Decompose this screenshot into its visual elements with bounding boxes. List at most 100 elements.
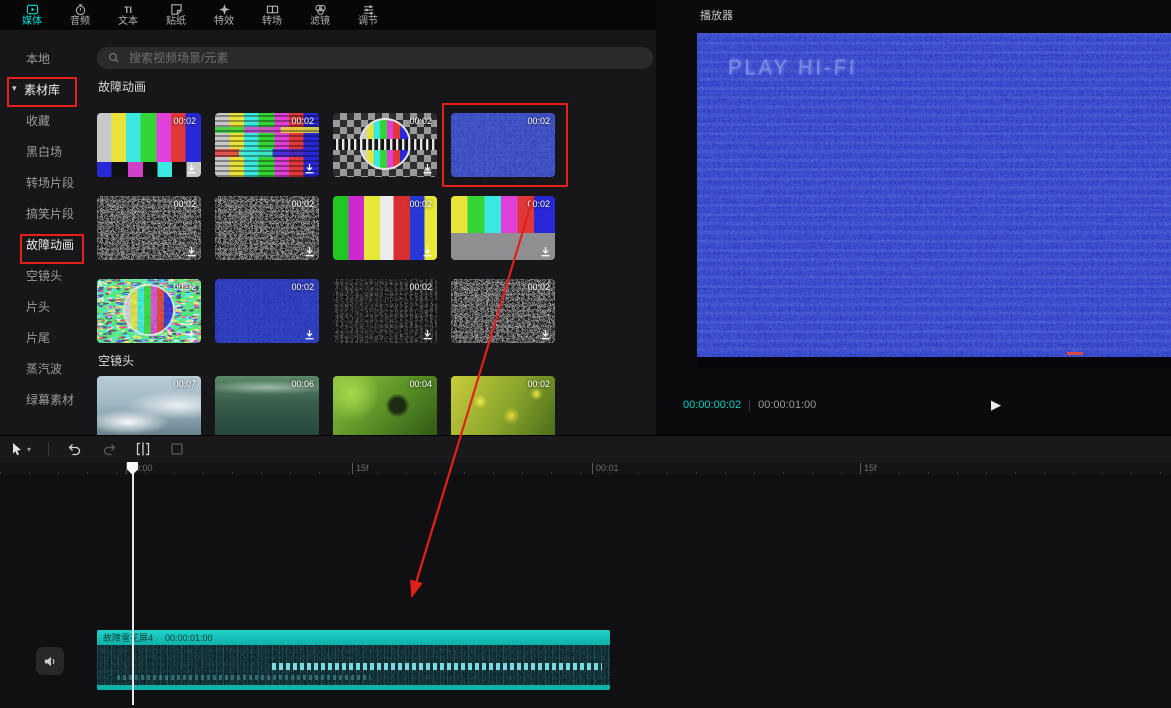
select-tool-button[interactable]: ▾	[8, 441, 31, 458]
crop-button[interactable]	[168, 441, 185, 458]
tab-audio[interactable]: 音频	[56, 0, 104, 30]
download-icon[interactable]	[422, 163, 433, 174]
sticker-icon	[170, 3, 183, 16]
playhead-line[interactable]	[132, 462, 134, 705]
download-icon[interactable]	[186, 329, 197, 340]
video-preview[interactable]: PLAY HI-FI	[697, 33, 1171, 368]
download-icon[interactable]	[186, 246, 197, 257]
tab-adjust[interactable]: 调节	[344, 0, 392, 30]
player-controls: 00:00:00:02 00:00:01:00 ▶	[656, 392, 1171, 418]
sidebar-item-local[interactable]: 本地	[0, 43, 88, 74]
transition-icon	[266, 3, 279, 16]
sidebar-item-empty-shots[interactable]: 空镜头	[0, 260, 88, 291]
video-thumbnail-water[interactable]: 00:06	[215, 376, 319, 435]
sidebar-item-intro[interactable]: 片头	[0, 291, 88, 322]
download-icon[interactable]	[422, 246, 433, 257]
video-thumbnail-noise[interactable]: 00:02	[97, 196, 201, 260]
sidebar-item-outro[interactable]: 片尾	[0, 322, 88, 353]
section-title-glitch: 故障动画	[98, 78, 146, 95]
audio-icon	[74, 3, 87, 16]
text-icon: TI	[124, 4, 132, 16]
download-icon[interactable]	[304, 329, 315, 340]
timeline-clip[interactable]: 故障雪花屏4 00:00:01:00	[97, 630, 610, 690]
search-bar[interactable]	[97, 47, 653, 69]
play-button[interactable]: ▶	[984, 392, 1008, 418]
download-icon[interactable]	[540, 329, 551, 340]
clip-header: 故障雪花屏4 00:00:01:00	[97, 630, 610, 645]
sidebar-item-label: 素材库	[24, 81, 60, 98]
sidebar-item-funny-clips[interactable]: 搞笑片段	[0, 198, 88, 229]
thumbnail-duration: 00:02	[291, 116, 314, 126]
tab-effects[interactable]: 特效	[200, 0, 248, 30]
cursor-icon	[8, 441, 25, 458]
sidebar-item-label: 黑白场	[26, 143, 62, 160]
download-icon[interactable]	[540, 246, 551, 257]
video-thumbnail-dark-noise[interactable]: 00:02	[333, 279, 437, 343]
speaker-icon	[43, 654, 58, 669]
filter-icon	[314, 3, 327, 16]
thumbnail-duration: 00:02	[291, 282, 314, 292]
sidebar-item-label: 蒸汽波	[26, 360, 62, 377]
download-icon[interactable]	[304, 246, 315, 257]
video-thumbnail-glitched-bars[interactable]: 00:02	[215, 113, 319, 177]
download-icon[interactable]	[304, 163, 315, 174]
section-title-empty-shots: 空镜头	[98, 352, 134, 369]
sidebar-item-label: 收藏	[26, 112, 50, 129]
tab-transitions[interactable]: 转场	[248, 0, 296, 30]
video-editor-window: 媒体 音频 TI 文本 贴纸 特效 转场	[0, 0, 1171, 708]
redo-button[interactable]	[100, 441, 117, 458]
tab-media[interactable]: 媒体	[8, 0, 56, 30]
video-thumbnail-vertical-bars[interactable]: 00:02	[333, 196, 437, 260]
clip-waveform	[97, 645, 610, 690]
sidebar-item-glitch-animation[interactable]: 故障动画	[0, 229, 88, 260]
total-duration: 00:00:01:00	[758, 399, 816, 411]
player-title: 播放器	[700, 7, 733, 23]
sidebar-item-label: 搞笑片段	[26, 205, 74, 222]
download-icon[interactable]	[422, 329, 433, 340]
video-scanlines	[697, 33, 1171, 368]
tab-filters[interactable]: 滤镜	[296, 0, 344, 30]
video-thumbnail-testcard[interactable]: 00:02	[333, 113, 437, 177]
video-thumbnail-sky[interactable]: 00:07	[97, 376, 201, 435]
tab-stickers[interactable]: 贴纸	[152, 0, 200, 30]
sidebar-item-material-library[interactable]: ▾素材库	[0, 74, 88, 105]
video-thumbnail-testcard-mosaic[interactable]: 00:02	[97, 279, 201, 343]
caret-down-icon: ▾	[27, 445, 31, 454]
tab-label: 滤镜	[310, 17, 330, 27]
video-thumbnail-bokeh[interactable]: 00:04	[333, 376, 437, 435]
timeline-ruler[interactable]: 00:00 15f 00:01 15f	[0, 462, 1171, 475]
tab-label: 文本	[118, 17, 138, 27]
tab-label: 调节	[358, 17, 378, 27]
search-input[interactable]	[127, 50, 642, 66]
video-thumbnail-flowers[interactable]: 00:02	[451, 376, 555, 435]
mute-track-button[interactable]	[36, 647, 64, 675]
thumbnail-duration: 00:02	[409, 116, 432, 126]
tab-text[interactable]: TI 文本	[104, 0, 152, 30]
split-button[interactable]	[134, 441, 151, 458]
sidebar-item-transition-clips[interactable]: 转场片段	[0, 167, 88, 198]
sidebar-item-label: 故障动画	[26, 236, 74, 253]
sidebar-item-bw-field[interactable]: 黑白场	[0, 136, 88, 167]
thumbnail-duration: 00:02	[527, 282, 550, 292]
download-icon[interactable]	[186, 163, 197, 174]
thumbnail-duration: 00:02	[173, 199, 196, 209]
play-icon: ▶	[991, 397, 1001, 413]
thumbnail-duration: 00:02	[173, 116, 196, 126]
ruler-label: 00:01	[592, 463, 619, 474]
clip-duration: 00:00:01:00	[165, 633, 213, 643]
sidebar-item-greenscreen[interactable]: 绿幕素材	[0, 384, 88, 415]
video-thumbnail-noise[interactable]: 00:02	[215, 196, 319, 260]
timeline-panel: ▾ 00:00 15f 00:01 15f 故障雪花屏4 00:00:01:00	[0, 435, 1171, 708]
undo-button[interactable]	[66, 441, 83, 458]
video-thumbnail-bars-gray[interactable]: 00:02	[451, 196, 555, 260]
video-thumbnail-colorbars[interactable]: 00:02	[97, 113, 201, 177]
video-thumbnail-noise[interactable]: 00:02	[451, 279, 555, 343]
sidebar-item-vaporwave[interactable]: 蒸汽波	[0, 353, 88, 384]
video-thumbnail-bluescreen[interactable]: 00:02	[215, 279, 319, 343]
sidebar-item-favorites[interactable]: 收藏	[0, 105, 88, 136]
category-sidebar: 本地 ▾素材库 收藏 黑白场 转场片段 搞笑片段 故障动画 空镜头 片头 片尾 …	[0, 30, 88, 435]
thumbnail-duration: 00:02	[409, 199, 432, 209]
tab-label: 媒体	[22, 17, 42, 27]
video-thumbnail-bluescreen-selected[interactable]: 00:02	[451, 113, 555, 177]
timecode-display: 00:00:00:02 00:00:01:00	[683, 399, 816, 411]
